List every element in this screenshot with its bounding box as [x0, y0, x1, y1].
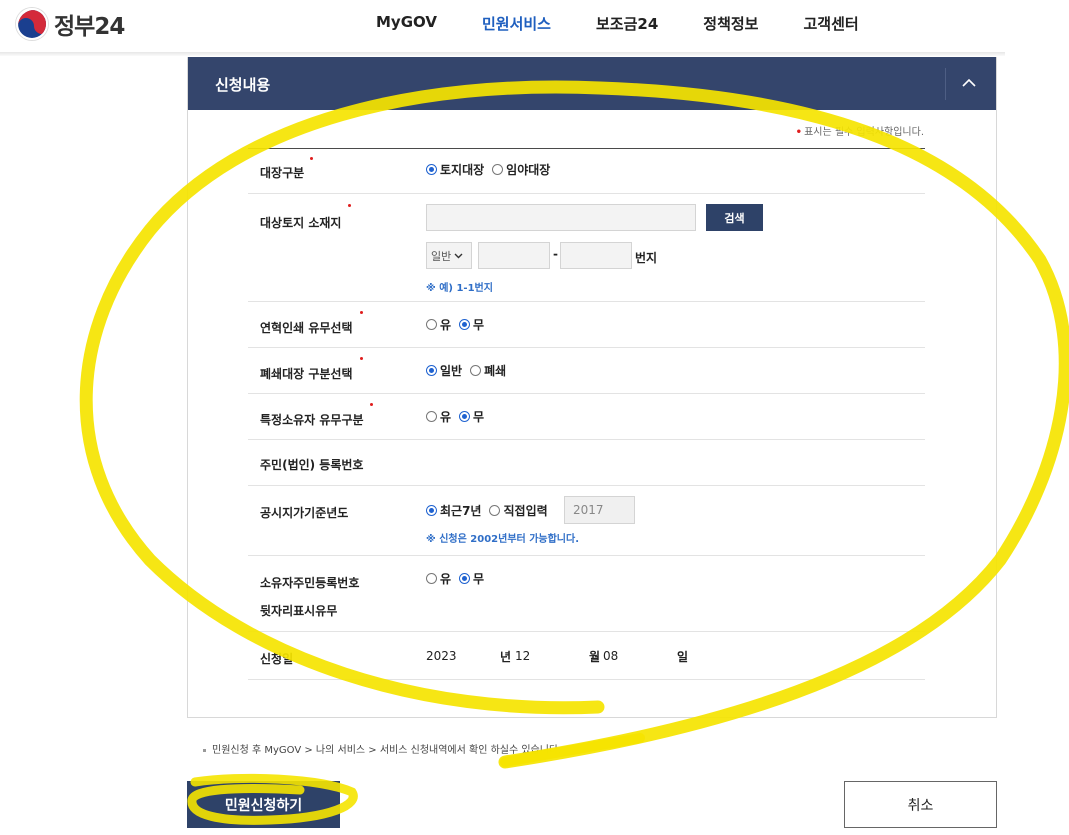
- row-price-year: 공시지가기준년도 최근7년 직접입력 2017 ※ 신청은 2002년부터 가능…: [248, 486, 925, 556]
- search-button[interactable]: 검색: [706, 204, 763, 231]
- radio-history-yes[interactable]: 유: [426, 316, 451, 333]
- required-dot-icon: [310, 157, 313, 160]
- label-owner-rrn-line2: 뒷자리표시유무: [260, 604, 338, 618]
- radio-owner-no[interactable]: 무: [459, 408, 484, 425]
- chevron-up-icon[interactable]: [960, 74, 978, 92]
- logo[interactable]: 정부24: [16, 7, 125, 41]
- location-field-group: 검색 일반 - 번지 ※ 예) 1-1번지: [426, 204, 826, 294]
- lot-dash: -: [553, 247, 558, 261]
- apply-day-unit: 일: [677, 650, 689, 664]
- label-special-owner: 특정소유자 유무구분: [260, 413, 364, 427]
- logo-text: 정부24: [54, 14, 125, 40]
- required-note: • 표시는 필수 입력사항입니다.: [795, 127, 924, 138]
- price-year-field-group: 최근7년 직접입력 2017 ※ 신청은 2002년부터 가능합니다.: [426, 496, 826, 551]
- row-history-print: 연혁인쇄 유무선택 유 무: [248, 302, 925, 348]
- application-panel: 신청내용 • 표시는 필수 입력사항입니다. 대장구분 토지대장 임야대장 대상토…: [187, 57, 997, 718]
- sub-lot-input[interactable]: [560, 242, 632, 269]
- label-owner-rrn-line1: 소유자주민등록번호: [260, 576, 360, 590]
- nav-customer-center[interactable]: 고객센터: [803, 13, 858, 34]
- main-nav: MyGOV 민원서비스 보조금24 정책정보 고객센터: [376, 13, 904, 34]
- radio-rrn-no[interactable]: 무: [459, 570, 484, 587]
- row-owner-rrn-display: 소유자주민등록번호 뒷자리표시유무 유 무: [248, 556, 925, 632]
- required-dot-icon: [360, 311, 363, 314]
- apply-month: 12: [515, 649, 531, 663]
- radio-closed-closed[interactable]: 폐쇄: [470, 362, 506, 379]
- row-closed-ledger: 폐쇄대장 구분선택 일반 폐쇄: [248, 348, 925, 394]
- apply-year: 2023: [426, 649, 457, 663]
- apply-month-unit: 월: [589, 650, 601, 664]
- row-apply-date: 신청일 2023 년 12 월 08 일: [248, 632, 925, 680]
- radio-group-special-owner: 유 무: [426, 408, 492, 425]
- nav-mygov[interactable]: MyGOV: [376, 13, 437, 34]
- radio-land-ledger[interactable]: 토지대장: [426, 161, 484, 178]
- main-lot-input[interactable]: [478, 242, 550, 269]
- panel-divider: [945, 68, 946, 100]
- label-land-location: 대상토지 소재지: [260, 216, 342, 230]
- radio-owner-yes[interactable]: 유: [426, 408, 451, 425]
- lot-type-select[interactable]: 일반: [426, 242, 472, 269]
- row-resident-number: 주민(법인) 등록번호: [248, 440, 925, 486]
- bullet-icon: [203, 748, 206, 752]
- row-special-owner: 특정소유자 유무구분 유 무: [248, 394, 925, 440]
- apply-year-unit: 년: [500, 650, 512, 664]
- radio-direct-input[interactable]: 직접입력: [489, 502, 548, 519]
- year-hint: ※ 신청은 2002년부터 가능합니다.: [426, 534, 579, 545]
- radio-forest-ledger[interactable]: 임야대장: [492, 161, 550, 178]
- panel-header: 신청내용: [188, 57, 996, 110]
- radio-group-price-year: 최근7년 직접입력: [426, 502, 556, 519]
- radio-group-history-print: 유 무: [426, 316, 492, 333]
- nav-policy[interactable]: 정책정보: [703, 13, 758, 34]
- required-dot-icon: •: [795, 127, 803, 138]
- header-shadow: [0, 52, 1005, 56]
- lot-unit: 번지: [635, 251, 658, 265]
- row-land-location: 대상토지 소재지 검색 일반 - 번지 ※ 예) 1-1번지: [248, 194, 925, 302]
- cancel-button[interactable]: 취소: [844, 781, 997, 828]
- label-ledger-type: 대장구분: [260, 166, 305, 180]
- radio-recent-7-years[interactable]: 최근7년: [426, 502, 481, 519]
- apply-button[interactable]: 민원신청하기: [187, 781, 340, 828]
- label-apply-date: 신청일: [260, 652, 294, 666]
- lot-hint: ※ 예) 1-1번지: [426, 283, 493, 294]
- site-header: 정부24 MyGOV 민원서비스 보조금24 정책정보 고객센터: [0, 0, 1069, 52]
- panel-title: 신청내용: [215, 76, 271, 94]
- label-resident-number: 주민(법인) 등록번호: [260, 458, 364, 472]
- required-dot-icon: [370, 403, 373, 406]
- address-input[interactable]: [426, 204, 696, 231]
- chevron-down-icon: [454, 253, 463, 258]
- label-closed-ledger: 폐쇄대장 구분선택: [260, 367, 353, 381]
- radio-group-owner-rrn: 유 무: [426, 570, 492, 587]
- radio-closed-normal[interactable]: 일반: [426, 362, 462, 379]
- label-price-year: 공시지가기준년도: [260, 506, 349, 520]
- nav-subsidy[interactable]: 보조금24: [596, 13, 658, 34]
- apply-day: 08: [603, 649, 619, 663]
- nav-civil-service[interactable]: 민원서비스: [482, 13, 551, 34]
- label-history-print: 연혁인쇄 유무선택: [260, 321, 353, 335]
- required-dot-icon: [348, 204, 351, 207]
- radio-history-no[interactable]: 무: [459, 316, 484, 333]
- application-form: 대장구분 토지대장 임야대장 대상토지 소재지 검색 일반 - 번지 ※ 예) …: [248, 148, 925, 680]
- row-ledger-type: 대장구분 토지대장 임야대장: [248, 149, 925, 194]
- required-dot-icon: [360, 357, 363, 360]
- footnote: 민원신청 후 MyGOV > 나의 서비스 > 서비스 신청내역에서 확인 하실…: [203, 741, 561, 756]
- radio-rrn-yes[interactable]: 유: [426, 570, 451, 587]
- taegeuk-icon: [16, 8, 48, 40]
- radio-group-closed-ledger: 일반 폐쇄: [426, 362, 514, 379]
- radio-group-ledger-type: 토지대장 임야대장: [426, 161, 558, 178]
- year-input[interactable]: 2017: [564, 496, 635, 524]
